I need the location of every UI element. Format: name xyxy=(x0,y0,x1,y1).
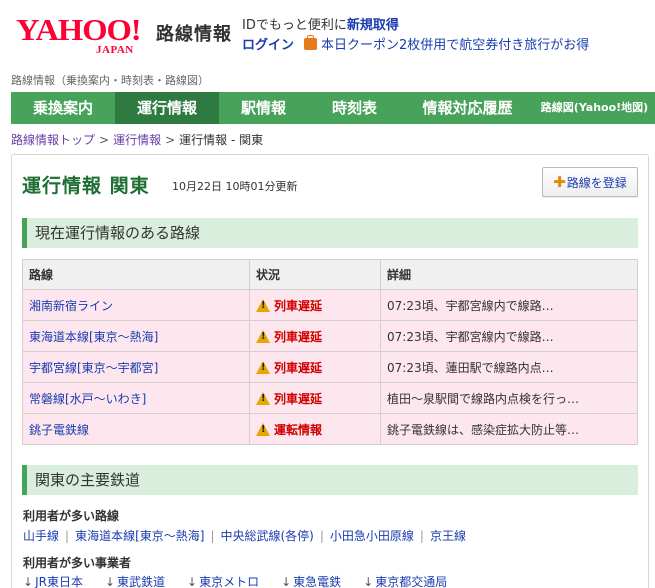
popular-line-link[interactable]: 京王線 xyxy=(430,529,466,543)
popular-lines-label: 利用者が多い路線 xyxy=(23,509,120,523)
site-subtitle: 路線情報（乗換案内・時刻表・路線図） xyxy=(11,74,209,87)
divider: | xyxy=(319,529,324,543)
nav-item-service-info[interactable]: 運行情報 xyxy=(115,92,219,124)
col-line: 路線 xyxy=(22,259,250,290)
line-link[interactable]: 銚子電鉄線 xyxy=(29,423,89,437)
promo-text: IDでもっと便利に xyxy=(242,18,347,33)
main-panel: 運行情報 関東 10月22日 10時01分更新 ✚路線を登録 現在運行情報のある… xyxy=(11,154,649,588)
major-section-heading: 関東の主要鉄道 xyxy=(22,465,638,495)
nav-item-station[interactable]: 駅情報 xyxy=(219,92,308,124)
header: YAHOO! JAPAN 路線情報 IDでもっと便利に新規取得 ログイン 本日クー… xyxy=(0,0,655,66)
arrow-down-icon: ↓ xyxy=(104,575,116,588)
line-link[interactable]: 東海道本線[東京～熱海] xyxy=(29,330,158,344)
page-title: 運行情報 関東 xyxy=(22,175,150,197)
popular-companies-list: ↓ JR東日本 ↓ 東武鉄道 ↓ 東京メトロ ↓ 東急電鉄 ↓ 東京都交通局 xyxy=(23,573,469,588)
table-row: 宇都宮線[東京～宇都宮] 列車遅延 07:23頃、蓮田駅で線路内点… xyxy=(22,351,638,383)
signup-link[interactable]: 新規取得 xyxy=(347,18,399,33)
line-link[interactable]: 宇都宮線[東京～宇都宮] xyxy=(29,361,158,375)
status-table: 路線 状況 詳細 湘南新宿ライン 列車遅延 07:23頃、宇都宮線内で線路… 東… xyxy=(22,259,638,445)
line-link[interactable]: 湘南新宿ライン xyxy=(29,299,113,313)
divider: | xyxy=(210,529,215,543)
plus-icon: ✚ xyxy=(553,173,566,191)
warning-icon xyxy=(256,391,270,405)
company-name: 東京メトロ xyxy=(199,575,260,588)
popular-lines-list: 山手線 | 東海道本線[東京～熱海] | 中央総武線(各停) | 小田急小田原線 | 京王線 xyxy=(23,527,466,544)
arrow-down-icon: ↓ xyxy=(23,575,34,588)
login-link[interactable]: ログイン xyxy=(242,38,294,53)
breadcrumb-service-info[interactable]: 運行情報 xyxy=(113,133,161,147)
promo-line: IDでもっと便利に新規取得 xyxy=(242,14,399,33)
status-text[interactable]: 運転情報 xyxy=(274,423,322,437)
warning-icon xyxy=(256,360,270,374)
table-row: 銚子電鉄線 運転情報 銚子電鉄線は、感染症拡大防止等… xyxy=(22,413,638,445)
breadcrumb-separator: > xyxy=(165,133,176,147)
breadcrumb-current: 運行情報 - 関東 xyxy=(179,133,264,147)
nav-item-history[interactable]: 情報対応履歴 xyxy=(401,92,534,124)
divider: | xyxy=(419,529,424,543)
arrow-down-icon: ↓ xyxy=(363,575,374,588)
company-name: 東武鉄道 xyxy=(117,575,166,588)
register-line-button[interactable]: ✚路線を登録 xyxy=(542,167,638,197)
register-label: 路線を登録 xyxy=(566,176,627,190)
updated-time: 10月22日 10時01分更新 xyxy=(172,180,298,193)
arrow-down-icon: ↓ xyxy=(187,575,198,588)
breadcrumb-top[interactable]: 路線情報トップ xyxy=(11,133,95,147)
nav-item-timetable[interactable]: 時刻表 xyxy=(308,92,401,124)
company-link[interactable]: ↓ 東武鉄道 xyxy=(105,573,165,588)
warning-icon xyxy=(256,298,270,312)
company-link[interactable]: ↓ 東京メトロ xyxy=(187,573,259,588)
arrow-down-icon: ↓ xyxy=(281,575,292,588)
detail-text: 07:23頃、蓮田駅で線路内点… xyxy=(380,351,638,383)
status-text[interactable]: 列車遅延 xyxy=(274,299,322,313)
table-row: 湘南新宿ライン 列車遅延 07:23頃、宇都宮線内で線路… xyxy=(22,289,638,321)
divider: | xyxy=(65,529,70,543)
detail-text: 07:23頃、宇都宮線内で線路… xyxy=(380,320,638,352)
table-row: 東海道本線[東京～熱海] 列車遅延 07:23頃、宇都宮線内で線路… xyxy=(22,320,638,352)
col-detail: 詳細 xyxy=(380,259,638,290)
popular-line-link[interactable]: 東海道本線[東京～熱海] xyxy=(75,529,204,543)
warning-icon xyxy=(256,329,270,343)
status-text[interactable]: 列車遅延 xyxy=(274,361,322,375)
warning-icon xyxy=(256,422,270,436)
popular-line-link[interactable]: 小田急小田原線 xyxy=(330,529,414,543)
nav-item-route-map[interactable]: 路線図(Yahoo!地図) xyxy=(534,92,655,124)
company-name: 東京都交通局 xyxy=(375,575,448,588)
detail-text: 07:23頃、宇都宮線内で線路… xyxy=(380,289,638,321)
detail-text: 植田～泉駅間で線路内点検を行っ… xyxy=(380,382,638,414)
detail-text: 銚子電鉄線は、感染症拡大防止等… xyxy=(380,413,638,445)
company-name: 東急電鉄 xyxy=(293,575,342,588)
popular-line-link[interactable]: 中央総武線(各停) xyxy=(220,529,313,543)
status-section-heading: 現在運行情報のある路線 xyxy=(22,218,638,248)
login-coupon-line: ログイン 本日クーポン2枚併用で航空券付き旅行がお得 xyxy=(242,34,589,53)
company-link[interactable]: ↓ 東京都交通局 xyxy=(363,573,447,588)
company-link[interactable]: ↓ 東急電鉄 xyxy=(281,573,341,588)
col-status: 状況 xyxy=(249,259,381,290)
company-link[interactable]: ↓ JR東日本 xyxy=(23,573,83,588)
company-name: JR東日本 xyxy=(35,575,83,588)
main-nav: 乗換案内 運行情報 駅情報 時刻表 情報対応履歴 路線図(Yahoo!地図) xyxy=(11,92,655,124)
logo-text: YAHOO! xyxy=(16,12,142,47)
line-link[interactable]: 常磐線[水戸～いわき] xyxy=(29,392,146,406)
service-name[interactable]: 路線情報 xyxy=(156,20,232,46)
yahoo-japan-logo[interactable]: YAHOO! JAPAN xyxy=(16,12,152,57)
status-text[interactable]: 列車遅延 xyxy=(274,392,322,406)
breadcrumb-separator: > xyxy=(99,133,110,147)
table-row: 常磐線[水戸～いわき] 列車遅延 植田～泉駅間で線路内点検を行っ… xyxy=(22,382,638,414)
breadcrumb: 路線情報トップ > 運行情報 > 運行情報 - 関東 xyxy=(11,131,263,148)
logo-subtext: JAPAN xyxy=(96,44,134,56)
bag-icon xyxy=(304,35,318,50)
nav-item-transfer[interactable]: 乗換案内 xyxy=(11,92,115,124)
status-text[interactable]: 列車遅延 xyxy=(274,330,322,344)
popular-line-link[interactable]: 山手線 xyxy=(23,529,59,543)
popular-companies-label: 利用者が多い事業者 xyxy=(23,556,132,570)
coupon-link[interactable]: 本日クーポン2枚併用で航空券付き旅行がお得 xyxy=(321,38,589,53)
